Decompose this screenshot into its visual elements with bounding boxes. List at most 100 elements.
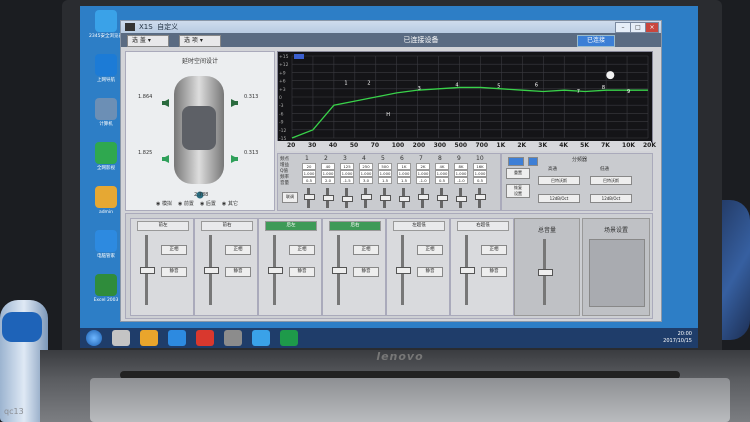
close-button[interactable]: × bbox=[645, 22, 659, 33]
eq-reset-button[interactable]: 重置 bbox=[506, 168, 530, 179]
eq-band-value[interactable]: 4K bbox=[435, 163, 449, 170]
eq-band-value[interactable]: 2K bbox=[416, 163, 430, 170]
channel-fader-knob[interactable] bbox=[396, 266, 411, 274]
minimize-button[interactable]: – bbox=[615, 22, 631, 33]
indicator-button[interactable] bbox=[508, 157, 524, 166]
master-fader-knob[interactable] bbox=[538, 269, 553, 276]
channel-select-button[interactable]: 右超低 bbox=[457, 221, 509, 231]
eq-band-value[interactable]: 1K bbox=[397, 163, 411, 170]
lowpass-slope-select[interactable]: 12dB/Oct bbox=[590, 194, 632, 203]
eq-band-value[interactable]: 1.000 bbox=[397, 170, 411, 177]
channel-phase-button[interactable]: 正相 bbox=[289, 245, 315, 255]
lowpass-type-select[interactable]: 巴特沃斯 bbox=[590, 176, 632, 185]
channel-select-button[interactable]: 左超低 bbox=[393, 221, 445, 231]
eq-band-value[interactable]: 1.000 bbox=[302, 170, 316, 177]
eq-band-value[interactable]: -1.0 bbox=[454, 177, 468, 184]
eq-band-value[interactable]: 0.5 bbox=[435, 177, 449, 184]
channel-mute-button[interactable]: 静音 bbox=[481, 267, 507, 277]
title-bar[interactable]: X1S 自定义 – □ × bbox=[121, 21, 661, 33]
eq-band-value[interactable]: 40 bbox=[321, 163, 335, 170]
eq-band-value[interactable]: 1.000 bbox=[454, 170, 468, 177]
eq-band-value[interactable]: 1.000 bbox=[321, 170, 335, 177]
eq-band-slider-knob[interactable] bbox=[456, 196, 467, 202]
connect-button[interactable]: 已连接 bbox=[577, 35, 615, 47]
eq-band-value[interactable]: 1.5 bbox=[397, 177, 411, 184]
scene-preset-box[interactable] bbox=[589, 239, 645, 307]
taskbar-app-button[interactable] bbox=[112, 330, 130, 346]
eq-band-value[interactable]: 1.000 bbox=[340, 170, 354, 177]
channel-phase-button[interactable]: 正相 bbox=[417, 245, 443, 255]
eq-band-value[interactable]: 0.5 bbox=[302, 177, 316, 184]
eq-band-value[interactable]: 20 bbox=[302, 163, 316, 170]
channel-phase-button[interactable]: 正相 bbox=[481, 245, 507, 255]
taskbar-app-button[interactable] bbox=[224, 330, 242, 346]
channel-mute-button[interactable]: 静音 bbox=[353, 267, 379, 277]
eq-band-value[interactable]: 125 bbox=[340, 163, 354, 170]
taskbar-app-button[interactable] bbox=[252, 330, 270, 346]
eq-band-value[interactable]: 1.000 bbox=[473, 170, 487, 177]
eq-link-button[interactable]: 联调 bbox=[282, 192, 298, 203]
menu-scene-dropdown[interactable]: 选 盖 ▾ bbox=[127, 35, 169, 47]
channel-mute-button[interactable]: 静音 bbox=[161, 267, 187, 277]
eq-band-slider-knob[interactable] bbox=[304, 194, 315, 200]
channel-phase-button[interactable]: 正相 bbox=[353, 245, 379, 255]
eq-band-value[interactable]: 1.000 bbox=[416, 170, 430, 177]
eq-band-value[interactable]: 250 bbox=[359, 163, 373, 170]
eq-band-slider-knob[interactable] bbox=[380, 195, 391, 201]
indicator-button-small[interactable] bbox=[528, 157, 538, 166]
channel-fader-knob[interactable] bbox=[332, 266, 347, 274]
eq-band-value[interactable]: 3.0 bbox=[359, 177, 373, 184]
channel-fader-knob[interactable] bbox=[460, 266, 475, 274]
start-button[interactable] bbox=[86, 330, 102, 346]
eq-curve-graph[interactable]: +15+12+9+6+30-3-6-9-12-1512345678910H bbox=[277, 51, 667, 143]
channel-phase-button[interactable]: 正相 bbox=[225, 245, 251, 255]
position-radio[interactable]: ◉ 模拟 bbox=[156, 201, 172, 207]
rear-right-speaker-icon[interactable] bbox=[230, 148, 238, 163]
rear-left-speaker-icon[interactable] bbox=[162, 148, 170, 163]
channel-mute-button[interactable]: 静音 bbox=[225, 267, 251, 277]
eq-band-value[interactable]: 1.000 bbox=[435, 170, 449, 177]
eq-band-value[interactable]: -1.5 bbox=[340, 177, 354, 184]
channel-fader-knob[interactable] bbox=[140, 266, 155, 274]
eq-band-slider-knob[interactable] bbox=[475, 194, 486, 200]
maximize-button[interactable]: □ bbox=[630, 22, 646, 33]
channel-select-button[interactable]: 后左 bbox=[265, 221, 317, 231]
highpass-type-select[interactable]: 巴特沃斯 bbox=[538, 176, 580, 185]
front-right-speaker-icon[interactable] bbox=[230, 92, 238, 107]
eq-band-slider-knob[interactable] bbox=[342, 196, 353, 202]
eq-band-value[interactable]: -1.0 bbox=[416, 177, 430, 184]
eq-band-value[interactable]: 1.000 bbox=[359, 170, 373, 177]
taskbar-app-button[interactable] bbox=[168, 330, 186, 346]
front-left-speaker-icon[interactable] bbox=[162, 92, 170, 107]
eq-band-slider-knob[interactable] bbox=[323, 195, 334, 201]
channel-select-button[interactable]: 前右 bbox=[201, 221, 253, 231]
menu-options-dropdown[interactable]: 选 项 ▾ bbox=[179, 35, 221, 47]
eq-band-value[interactable]: 8K bbox=[454, 163, 468, 170]
subwoofer-icon[interactable] bbox=[196, 184, 204, 199]
eq-band-value[interactable]: 2.0 bbox=[321, 177, 335, 184]
eq-band-value[interactable]: 16K bbox=[473, 163, 487, 170]
eq-band-value[interactable]: 0.5 bbox=[473, 177, 487, 184]
eq-band-slider-knob[interactable] bbox=[418, 194, 429, 200]
eq-band-value[interactable]: 500 bbox=[378, 163, 392, 170]
restore-settings-button[interactable]: 恢复 设置 bbox=[506, 184, 530, 198]
eq-band-slider-knob[interactable] bbox=[399, 196, 410, 202]
eq-band-value[interactable]: 1.5 bbox=[378, 177, 392, 184]
taskbar-app-button[interactable] bbox=[196, 330, 214, 346]
channel-select-button[interactable]: 后右 bbox=[329, 221, 381, 231]
position-radio[interactable]: ◉ 前置 bbox=[178, 201, 194, 207]
channel-mute-button[interactable]: 静音 bbox=[417, 267, 443, 277]
position-radio[interactable]: ◉ 后置 bbox=[200, 201, 216, 207]
channel-mute-button[interactable]: 静音 bbox=[289, 267, 315, 277]
taskbar-app-button[interactable] bbox=[280, 330, 298, 346]
taskbar-app-button[interactable] bbox=[140, 330, 158, 346]
eq-band-slider-knob[interactable] bbox=[361, 194, 372, 200]
channel-fader-knob[interactable] bbox=[204, 266, 219, 274]
channel-fader-knob[interactable] bbox=[268, 266, 283, 274]
eq-band-value[interactable]: 1.000 bbox=[378, 170, 392, 177]
eq-band-slider-knob[interactable] bbox=[437, 195, 448, 201]
position-radio[interactable]: ◉ 其它 bbox=[222, 201, 238, 207]
highpass-slope-select[interactable]: 12dB/Oct bbox=[538, 194, 580, 203]
channel-select-button[interactable]: 前左 bbox=[137, 221, 189, 231]
channel-phase-button[interactable]: 正相 bbox=[161, 245, 187, 255]
